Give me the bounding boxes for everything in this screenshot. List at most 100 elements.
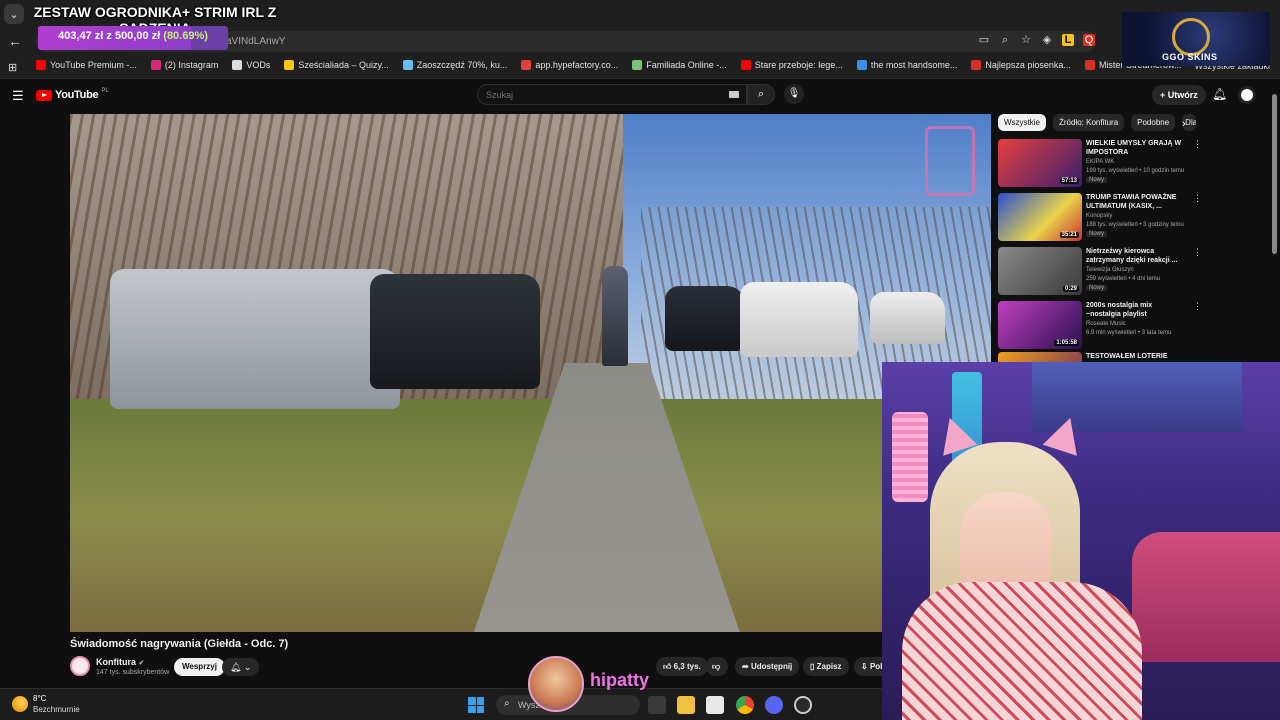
bookmark-item[interactable]: YouTube Premium -...	[36, 60, 137, 70]
bookmark-favicon-icon	[1084, 60, 1095, 70]
recommendation-item[interactable]: 35:21 TRUMP STAWIA POWAŻNE ULTIMATUM (KAS…	[998, 193, 1208, 245]
recommendation-title: Nietrzeźwy kierowca zatrzymany dzięki re…	[1086, 248, 1178, 264]
windows-start-icon[interactable]	[468, 697, 484, 713]
weather-description[interactable]: Bezchmurnie	[33, 705, 80, 714]
new-badge: Nowy	[1086, 285, 1108, 291]
notifications-bell-icon[interactable]: 🔔︎	[1212, 87, 1227, 101]
notification-bell-button[interactable]: 🔔︎ ⌄	[222, 658, 260, 676]
store-icon[interactable]	[706, 696, 724, 714]
bookmark-item[interactable]: Zaoszczędź 70%, ku...	[402, 60, 507, 70]
create-label: Utwórz	[1167, 90, 1198, 100]
chevron-right-icon[interactable]: ›	[1182, 118, 1186, 130]
filter-chip[interactable]: Podobne	[1131, 114, 1176, 131]
donation-goal-amount: 403,47 zł z 500,00 zł	[58, 30, 161, 42]
bookmark-item[interactable]: app.hypefactory.co...	[521, 60, 618, 70]
bookmark-label: Stare przeboje: lege...	[754, 60, 843, 70]
video-scene-car-dark	[665, 286, 745, 351]
weather-temperature[interactable]: 8°C	[33, 694, 46, 703]
weather-sun-icon[interactable]	[12, 696, 28, 712]
donation-goal-percent: (80.69%)	[163, 30, 208, 42]
bookmark-favicon-icon	[150, 60, 161, 70]
recommendation-item[interactable]: 57:13 WIELKIE UMYSŁY GRAJĄ W IMPOSTORA EKI…	[998, 139, 1208, 191]
like-count: 6,3 tys.	[673, 662, 701, 671]
star-icon[interactable]: ☆	[1020, 34, 1032, 46]
bookmark-label: Najlepsza piosenka...	[985, 60, 1071, 70]
bookmark-item[interactable]: (2) Instagram	[150, 60, 218, 70]
filter-chip[interactable]: Źródło: Konfitura	[1053, 114, 1125, 131]
screen: ⌄ ← aVINdLAnwY ▭ ⌕ ☆ ◈ L Q ⊞ YouTube Pre…	[0, 0, 1280, 720]
extension-icon[interactable]: ◈	[1041, 34, 1053, 46]
bookmark-favicon-icon	[856, 60, 867, 70]
extension-red-icon[interactable]: Q	[1083, 34, 1095, 46]
thumbs-down-icon: 👎︎	[712, 662, 721, 671]
video-duration: 1:05:58	[1054, 340, 1079, 346]
account-avatar[interactable]	[1238, 86, 1256, 104]
bookmark-item[interactable]: the most handsome...	[856, 60, 957, 70]
share-button[interactable]: ➦ Udostępnij	[735, 657, 800, 676]
more-options-icon[interactable]: ⋮	[1193, 247, 1202, 258]
bookmark-item[interactable]: VODs	[232, 60, 270, 70]
video-player[interactable]	[70, 114, 991, 632]
video-scene-car-black	[370, 274, 540, 389]
search-input[interactable]	[477, 84, 747, 105]
more-options-icon[interactable]: ⋮	[1193, 193, 1202, 204]
channel-name[interactable]: Konfitura ✔	[96, 657, 144, 667]
youtube-logo[interactable]: YouTube PL	[36, 88, 109, 101]
bookmark-favicon-icon	[521, 60, 532, 70]
bookmark-icon: ▯	[810, 662, 815, 671]
microphone-icon[interactable]: 🎙	[784, 84, 804, 104]
recommendation-title: TRUMP STAWIA POWAŻNE ULTIMATUM (KASIX, .…	[1086, 194, 1177, 210]
channel-name-text: Konfitura	[96, 657, 136, 667]
create-button[interactable]: + Utwórz	[1152, 85, 1206, 105]
search-button[interactable]: ⌕	[747, 84, 775, 105]
like-button[interactable]: 👍︎ 6,3 tys.	[656, 657, 708, 676]
filter-chip[interactable]: Wszystkie	[998, 114, 1046, 131]
recommendation-thumbnail[interactable]	[998, 352, 1082, 362]
zoom-icon[interactable]: ⌕	[999, 34, 1011, 46]
menu-icon[interactable]: ☰	[12, 88, 24, 104]
video-duration: 57:13	[1059, 178, 1079, 184]
channel-watermark-icon[interactable]	[925, 126, 975, 196]
bookmark-item[interactable]: Najlepsza piosenka...	[971, 60, 1071, 70]
save-button[interactable]: ▯ Zapisz	[803, 657, 849, 676]
recommendation-thumbnail[interactable]: 1:05:58	[998, 301, 1082, 349]
bookmark-favicon-icon	[232, 60, 243, 70]
bookmark-favicon-icon	[740, 60, 751, 70]
file-explorer-icon[interactable]	[677, 696, 695, 714]
recommendation-item[interactable]: 1:05:58 2000s nostalgia mix ~nostalgia pl…	[998, 301, 1208, 353]
bookmark-item[interactable]: Sześcialiada – Quizy...	[284, 60, 389, 70]
back-arrow-icon[interactable]: ←	[8, 33, 22, 49]
recommendation-item[interactable]: 0:29 Nietrzeźwy kierowca zatrzymany dzięk…	[998, 247, 1208, 299]
discord-icon[interactable]	[765, 696, 783, 714]
more-options-icon[interactable]: ⋮	[1193, 139, 1202, 150]
verified-icon: ✔	[138, 660, 145, 667]
task-view-icon[interactable]	[648, 696, 666, 714]
recommendation-thumbnail[interactable]: 35:21	[998, 193, 1082, 241]
youtube-play-icon	[36, 89, 52, 101]
support-button[interactable]: Wesprzyj	[174, 658, 225, 676]
bookmark-favicon-icon	[284, 60, 295, 70]
keyboard-icon[interactable]	[729, 91, 739, 98]
recommendation-thumbnail[interactable]: 57:13	[998, 139, 1082, 187]
bookmark-item[interactable]: Familiada Online -...	[632, 60, 727, 70]
tab-search-icon[interactable]: ⌄	[4, 4, 24, 24]
cast-icon[interactable]: ▭	[978, 34, 990, 46]
windows-taskbar: 8°C Bezchmurnie Wyszukaj ⌕	[0, 688, 882, 720]
recommendation-thumbnail[interactable]: 0:29	[998, 247, 1082, 295]
channel-avatar[interactable]	[70, 656, 90, 676]
dislike-button[interactable]: 👎︎	[706, 657, 728, 676]
recommendation-item[interactable]: TESTOWAŁEM LOTERIE PRZEZ	[998, 352, 1208, 362]
recommendation-channel: Konopsky	[1086, 213, 1113, 219]
obs-icon[interactable]	[794, 696, 812, 714]
bookmark-item[interactable]: Stare przeboje: lege...	[740, 60, 843, 70]
thumbs-up-icon: 👍︎	[663, 662, 672, 671]
page-scrollbar[interactable]	[1272, 94, 1277, 254]
toolbar-icons: ▭ ⌕ ☆ ◈ L Q	[978, 34, 1095, 46]
more-options-icon[interactable]: ⋮	[1193, 301, 1202, 312]
recommendation-channel: Roseate Music	[1086, 321, 1126, 327]
apps-grid-icon[interactable]: ⊞	[8, 61, 17, 74]
extension-yellow-icon[interactable]: L	[1062, 34, 1074, 46]
video-scene-car-jeep	[870, 292, 945, 344]
chrome-icon[interactable]	[736, 696, 754, 714]
sponsor-logo: GGO SKINS	[1122, 12, 1270, 66]
